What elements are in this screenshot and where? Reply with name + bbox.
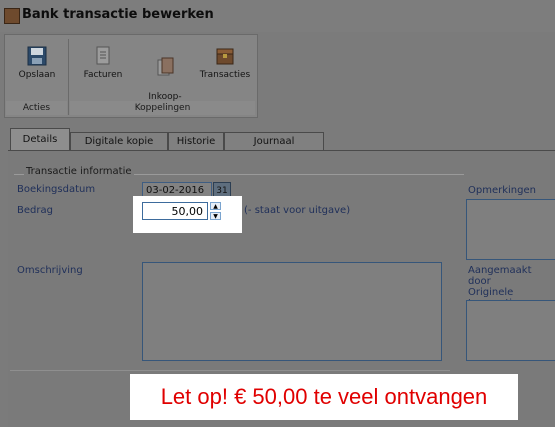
tab-historie[interactable]: Historie bbox=[168, 132, 224, 151]
invoices-icon bbox=[96, 46, 110, 65]
booking-date-label: Boekingsdatum bbox=[17, 184, 96, 195]
group-label-koppelingen: Koppelingen bbox=[70, 101, 255, 115]
stepper-up-icon[interactable]: ▲ bbox=[210, 202, 221, 210]
section-title: Transactie informatie bbox=[24, 166, 134, 177]
save-icon bbox=[27, 46, 47, 66]
description-label: Omschrijving bbox=[17, 265, 83, 276]
amount-hint: (- staat voor uitgave) bbox=[244, 205, 351, 216]
window-title: Bank transactie bewerken bbox=[22, 7, 214, 22]
created-by-label: Aangemaakt door bbox=[468, 265, 532, 287]
tab-digitale-kopie[interactable]: Digitale kopie bbox=[70, 132, 168, 151]
amount-label: Bedrag bbox=[17, 205, 53, 216]
purchase-invoice-icon bbox=[157, 57, 174, 76]
purchase-invoice-button[interactable]: Inkoop- factuur bbox=[137, 41, 193, 113]
app-icon bbox=[4, 8, 20, 24]
save-button[interactable]: Opslaan bbox=[9, 41, 65, 97]
save-label: Opslaan bbox=[18, 70, 56, 80]
transactions-label: Transacties bbox=[199, 70, 251, 80]
amount-field[interactable]: 50,00 bbox=[142, 202, 208, 220]
amount-stepper[interactable]: ▲ ▼ bbox=[210, 202, 221, 220]
group-divider bbox=[68, 39, 69, 115]
transactions-icon bbox=[216, 48, 234, 65]
remarks-textarea[interactable] bbox=[466, 199, 555, 260]
invoices-button[interactable]: Facturen bbox=[75, 41, 131, 97]
tab-details[interactable]: Details bbox=[10, 128, 70, 151]
remarks-label: Opmerkingen bbox=[468, 185, 536, 196]
original-transaction-textarea[interactable] bbox=[466, 300, 555, 361]
invoices-label: Facturen bbox=[83, 70, 123, 80]
warning-message: Let op! € 50,00 te veel ontvangen bbox=[130, 374, 518, 420]
tab-journaal[interactable]: Journaal bbox=[224, 132, 324, 151]
ribbon: Opslaan Facturen Inkoop- factuur Transac… bbox=[4, 34, 258, 118]
description-textarea[interactable] bbox=[142, 262, 442, 361]
form-separator bbox=[10, 370, 450, 371]
title-bar: Bank transactie bewerken bbox=[0, 0, 555, 32]
group-label-acties: Acties bbox=[6, 101, 67, 115]
transactions-button[interactable]: Transacties bbox=[197, 41, 253, 97]
stepper-down-icon[interactable]: ▼ bbox=[210, 212, 221, 220]
